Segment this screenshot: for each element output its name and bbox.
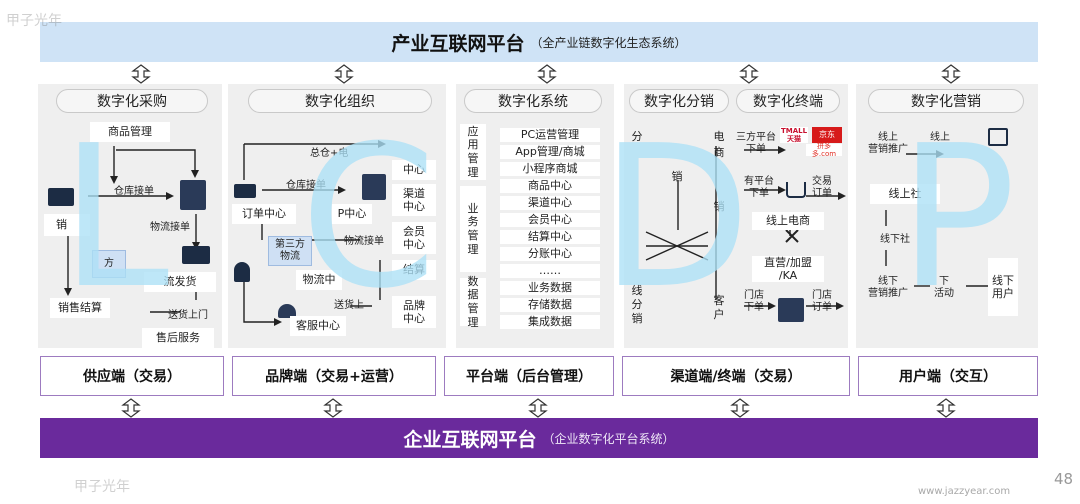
brand-watermark: 甲子光年 (74, 479, 130, 495)
jd-logo: 京东 (812, 127, 842, 143)
delivery-truck-icon (182, 246, 210, 264)
direct-franchise-ka-box: 直营/加盟 /KA (752, 256, 824, 282)
lcdp-letter-c: C (300, 104, 437, 332)
tmall-logo-subtext: 天猫 (787, 135, 801, 143)
lcdp-letter-l: L (60, 104, 170, 332)
tmall-logo: TMALL 天猫 (780, 127, 808, 143)
system-item: 分账中心 (500, 247, 600, 261)
bidirectional-arrow-icon (940, 64, 962, 84)
door-delivery-label: 送货上门 (168, 310, 208, 321)
lcdp-letter-p: P (898, 104, 1017, 332)
enterprise-internet-platform-bar: 企业互联网平台 （企业数字化平台系统） (40, 418, 1038, 458)
endpoint-supply: 供应端（交易） (40, 356, 224, 396)
bidirectional-arrow-icon (536, 64, 558, 84)
bidirectional-arrow-icon (333, 64, 355, 84)
brand-watermark: 甲子光年 (6, 13, 62, 29)
warehouse-icon (180, 180, 206, 210)
enterprise-platform-subtitle: （企业数字化平台系统） (542, 431, 675, 446)
shopping-cart-icon (786, 182, 806, 198)
industry-platform-subtitle: （全产业链数字化生态系统） (530, 35, 687, 50)
tmall-logo-text: TMALL (780, 126, 808, 135)
store-icon (778, 298, 804, 322)
system-item: App管理/商城 (500, 145, 600, 159)
online-ecom-box: 线上电商 (752, 212, 824, 230)
enterprise-platform-title: 企业互联网平台 (403, 428, 537, 451)
industry-platform-title: 产业互联网平台 (391, 32, 525, 55)
system-item: PC运营管理 (500, 128, 600, 142)
bidirectional-arrow-icon (738, 64, 760, 84)
order-center-box: 订单中心 (232, 204, 296, 224)
system-item: 业务数据 (500, 281, 600, 295)
computer-icon (234, 184, 256, 198)
endpoint-channel: 渠道端/终端（交易） (622, 356, 850, 396)
system-item: …… (500, 264, 600, 278)
bidirectional-arrow-icon (729, 398, 751, 418)
system-item: 小程序商城 (500, 162, 600, 176)
user-icon (234, 262, 250, 282)
bidirectional-arrow-icon (527, 398, 549, 418)
system-item: 集成数据 (500, 315, 600, 329)
endpoint-brand: 品牌端（交易+运营） (232, 356, 436, 396)
system-item: 商品中心 (500, 179, 600, 193)
endpoint-platform: 平台端（后台管理） (444, 356, 614, 396)
system-item: 渠道中心 (500, 196, 600, 210)
industry-internet-platform-bar: 产业互联网平台 （全产业链数字化生态系统） (40, 22, 1038, 62)
bidirectional-arrow-icon (322, 398, 344, 418)
page-number: 48 (1054, 470, 1074, 488)
header-digital-terminal: 数字化终端 (736, 89, 840, 113)
system-item: 结算中心 (500, 230, 600, 244)
trade-order-label: 交易 订单 (812, 176, 832, 199)
pdd-logo: 拼多多.com (806, 142, 842, 158)
bidirectional-arrow-icon (130, 64, 152, 84)
footer-url: www.jazzyear.com (918, 486, 1011, 497)
endpoint-user: 用户端（交互） (858, 356, 1038, 396)
header-digital-system: 数字化系统 (464, 89, 602, 113)
business-management-group: 业务管理 (460, 186, 486, 272)
data-management-group: 数据管理 (460, 275, 486, 329)
bidirectional-arrow-icon (120, 398, 142, 418)
system-item: 存储数据 (500, 298, 600, 312)
system-item: 会员中心 (500, 213, 600, 227)
store-order-label-2: 门店 订单 (812, 290, 832, 313)
bidirectional-arrow-icon (935, 398, 957, 418)
app-management-group: 应用管理 (460, 124, 486, 180)
lcdp-letter-d: D (600, 104, 751, 332)
